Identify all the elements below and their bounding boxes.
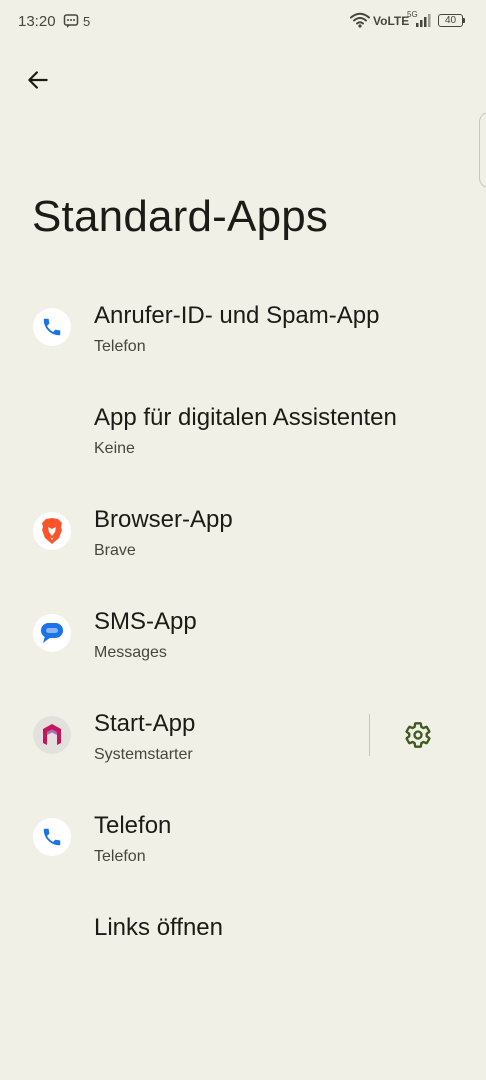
list-item-phone-app[interactable]: Telefon Telefon xyxy=(0,786,486,888)
item-title: Anrufer-ID- und Spam-App xyxy=(94,302,380,329)
gear-icon xyxy=(405,722,431,748)
launcher-icon xyxy=(33,716,71,754)
back-button[interactable] xyxy=(18,60,58,100)
message-notification-icon xyxy=(63,14,79,28)
list-item-caller-id-spam-app[interactable]: Anrufer-ID- und Spam-App Telefon xyxy=(0,276,486,378)
volte-label: VoLTE xyxy=(373,14,410,28)
start-app-settings-button[interactable] xyxy=(398,713,438,757)
battery-tip xyxy=(463,18,465,23)
default-apps-list: Anrufer-ID- und Spam-App Telefon App für… xyxy=(0,276,486,990)
brave-icon xyxy=(33,512,71,550)
list-item-open-links[interactable]: Links öffnen xyxy=(0,888,486,990)
item-subtitle: Telefon xyxy=(94,848,146,865)
status-time: 13:20 xyxy=(18,13,56,30)
arrow-left-icon xyxy=(28,71,48,89)
item-subtitle: Messages xyxy=(94,644,167,661)
edge-panel-handle[interactable] xyxy=(479,112,486,188)
item-title: Browser-App xyxy=(94,506,233,533)
item-subtitle: Brave xyxy=(94,542,136,559)
item-title: Telefon xyxy=(94,812,172,839)
item-title: SMS-App xyxy=(94,608,197,635)
list-item-browser-app[interactable]: Browser-App Brave xyxy=(0,480,486,582)
item-subtitle: Systemstarter xyxy=(94,746,193,763)
notification-count: 5 xyxy=(83,14,91,29)
item-subtitle: Telefon xyxy=(94,338,146,355)
battery-level: 40 xyxy=(444,15,457,26)
signal-icon xyxy=(416,14,431,27)
item-title: Start-App xyxy=(94,710,196,737)
item-title: Links öffnen xyxy=(94,914,223,941)
phone-icon xyxy=(33,308,71,346)
status-bar: 13:20 5 VoLTE 5G 40 xyxy=(0,0,486,44)
messages-icon xyxy=(33,614,71,652)
list-item-digital-assistant-app[interactable]: App für digitalen Assistenten Keine xyxy=(0,378,486,480)
item-title: App für digitalen Assistenten xyxy=(94,404,397,431)
wifi-icon xyxy=(350,12,370,28)
item-subtitle: Keine xyxy=(94,440,135,457)
battery-indicator: 40 xyxy=(438,14,465,27)
page-title: Standard-Apps xyxy=(32,192,329,241)
start-app-divider xyxy=(369,714,370,756)
list-item-sms-app[interactable]: SMS-App Messages xyxy=(0,582,486,684)
phone-icon xyxy=(33,818,71,856)
